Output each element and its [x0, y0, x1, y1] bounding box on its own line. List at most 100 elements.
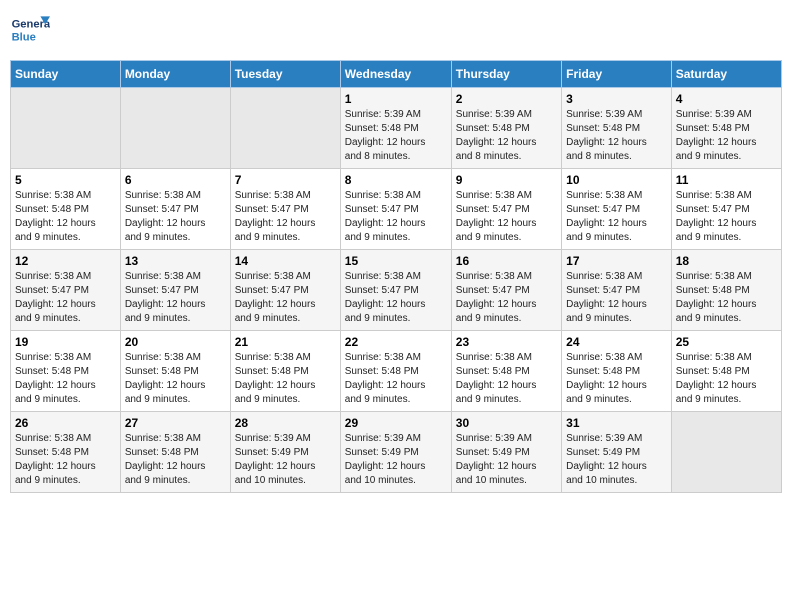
calendar-cell: 31 Sunrise: 5:39 AM Sunset: 5:49 PM Dayli… [562, 412, 672, 493]
day-number: 24 [566, 335, 667, 349]
calendar-cell [120, 88, 230, 169]
calendar-cell: 4 Sunrise: 5:39 AM Sunset: 5:48 PM Daylig… [671, 88, 781, 169]
col-header-friday: Friday [562, 61, 672, 88]
calendar-cell: 25 Sunrise: 5:38 AM Sunset: 5:48 PM Dayli… [671, 331, 781, 412]
day-number: 11 [676, 173, 777, 187]
calendar-cell: 30 Sunrise: 5:39 AM Sunset: 5:49 PM Dayli… [451, 412, 561, 493]
day-info: Sunrise: 5:39 AM Sunset: 5:48 PM Dayligh… [676, 108, 777, 164]
col-header-sunday: Sunday [11, 61, 121, 88]
day-number: 27 [125, 416, 226, 430]
day-info: Sunrise: 5:38 AM Sunset: 5:47 PM Dayligh… [566, 270, 667, 326]
day-number: 19 [15, 335, 116, 349]
day-number: 15 [345, 254, 447, 268]
calendar-cell [230, 88, 340, 169]
day-number: 4 [676, 92, 777, 106]
day-info: Sunrise: 5:38 AM Sunset: 5:47 PM Dayligh… [456, 270, 557, 326]
day-info: Sunrise: 5:39 AM Sunset: 5:48 PM Dayligh… [345, 108, 447, 164]
col-header-monday: Monday [120, 61, 230, 88]
calendar-week-4: 26 Sunrise: 5:38 AM Sunset: 5:48 PM Dayli… [11, 412, 782, 493]
day-info: Sunrise: 5:38 AM Sunset: 5:48 PM Dayligh… [235, 351, 336, 407]
day-info: Sunrise: 5:39 AM Sunset: 5:49 PM Dayligh… [235, 432, 336, 488]
day-number: 25 [676, 335, 777, 349]
calendar-cell: 27 Sunrise: 5:38 AM Sunset: 5:48 PM Dayli… [120, 412, 230, 493]
day-info: Sunrise: 5:39 AM Sunset: 5:49 PM Dayligh… [566, 432, 667, 488]
day-info: Sunrise: 5:38 AM Sunset: 5:47 PM Dayligh… [15, 270, 116, 326]
day-info: Sunrise: 5:38 AM Sunset: 5:47 PM Dayligh… [345, 270, 447, 326]
calendar-cell: 21Sunrise: 5:38 AM Sunset: 5:48 PM Dayli… [230, 331, 340, 412]
calendar-cell: 28 Sunrise: 5:39 AM Sunset: 5:49 PM Dayli… [230, 412, 340, 493]
calendar-cell: 18 Sunrise: 5:38 AM Sunset: 5:48 PM Dayli… [671, 250, 781, 331]
day-number: 2 [456, 92, 557, 106]
day-number: 3 [566, 92, 667, 106]
day-number: 6 [125, 173, 226, 187]
logo: General Blue [10, 10, 54, 50]
day-info: Sunrise: 5:38 AM Sunset: 5:47 PM Dayligh… [125, 270, 226, 326]
day-number: 9 [456, 173, 557, 187]
day-number: 17 [566, 254, 667, 268]
day-info: Sunrise: 5:38 AM Sunset: 5:48 PM Dayligh… [125, 351, 226, 407]
day-info: Sunrise: 5:38 AM Sunset: 5:48 PM Dayligh… [676, 351, 777, 407]
calendar-cell: 10 Sunrise: 5:38 AM Sunset: 5:47 PM Dayli… [562, 169, 672, 250]
calendar-cell [11, 88, 121, 169]
day-number: 8 [345, 173, 447, 187]
calendar-cell [671, 412, 781, 493]
calendar-cell: 22 Sunrise: 5:38 AM Sunset: 5:48 PM Dayli… [340, 331, 451, 412]
day-info: Sunrise: 5:38 AM Sunset: 5:48 PM Dayligh… [15, 432, 116, 488]
day-info: Sunrise: 5:39 AM Sunset: 5:48 PM Dayligh… [566, 108, 667, 164]
calendar-cell: 19 Sunrise: 5:38 AM Sunset: 5:48 PM Dayli… [11, 331, 121, 412]
calendar-cell: 26 Sunrise: 5:38 AM Sunset: 5:48 PM Dayli… [11, 412, 121, 493]
calendar-cell: 9 Sunrise: 5:38 AM Sunset: 5:47 PM Daylig… [451, 169, 561, 250]
day-info: Sunrise: 5:38 AM Sunset: 5:48 PM Dayligh… [15, 189, 116, 245]
day-number: 26 [15, 416, 116, 430]
calendar-cell: 12 Sunrise: 5:38 AM Sunset: 5:47 PM Dayli… [11, 250, 121, 331]
calendar-cell: 2 Sunrise: 5:39 AM Sunset: 5:48 PM Daylig… [451, 88, 561, 169]
calendar-cell: 14 Sunrise: 5:38 AM Sunset: 5:47 PM Dayli… [230, 250, 340, 331]
calendar-cell: 8 Sunrise: 5:38 AM Sunset: 5:47 PM Daylig… [340, 169, 451, 250]
day-info: Sunrise: 5:39 AM Sunset: 5:48 PM Dayligh… [456, 108, 557, 164]
day-number: 18 [676, 254, 777, 268]
day-info: Sunrise: 5:38 AM Sunset: 5:47 PM Dayligh… [566, 189, 667, 245]
day-info: Sunrise: 5:39 AM Sunset: 5:49 PM Dayligh… [345, 432, 447, 488]
day-info: Sunrise: 5:38 AM Sunset: 5:48 PM Dayligh… [566, 351, 667, 407]
day-number: 1 [345, 92, 447, 106]
col-header-wednesday: Wednesday [340, 61, 451, 88]
calendar-cell: 11 Sunrise: 5:38 AM Sunset: 5:47 PM Dayli… [671, 169, 781, 250]
col-header-thursday: Thursday [451, 61, 561, 88]
day-number: 16 [456, 254, 557, 268]
svg-text:Blue: Blue [12, 31, 36, 43]
calendar-cell: 29 Sunrise: 5:39 AM Sunset: 5:49 PM Dayli… [340, 412, 451, 493]
day-number: 14 [235, 254, 336, 268]
day-info: Sunrise: 5:38 AM Sunset: 5:47 PM Dayligh… [235, 189, 336, 245]
day-info: Sunrise: 5:38 AM Sunset: 5:47 PM Dayligh… [125, 189, 226, 245]
day-number: 30 [456, 416, 557, 430]
day-number: 29 [345, 416, 447, 430]
calendar-cell: 13Sunrise: 5:38 AM Sunset: 5:47 PM Dayli… [120, 250, 230, 331]
day-number: 28 [235, 416, 336, 430]
day-info: Sunrise: 5:38 AM Sunset: 5:48 PM Dayligh… [15, 351, 116, 407]
day-info: Sunrise: 5:38 AM Sunset: 5:48 PM Dayligh… [125, 432, 226, 488]
day-info: Sunrise: 5:38 AM Sunset: 5:48 PM Dayligh… [345, 351, 447, 407]
calendar-cell: 7 Sunrise: 5:38 AM Sunset: 5:47 PM Daylig… [230, 169, 340, 250]
day-number: 12 [15, 254, 116, 268]
calendar-week-2: 12 Sunrise: 5:38 AM Sunset: 5:47 PM Dayli… [11, 250, 782, 331]
day-number: 22 [345, 335, 447, 349]
calendar-week-0: 1 Sunrise: 5:39 AM Sunset: 5:48 PM Daylig… [11, 88, 782, 169]
calendar-week-1: 5 Sunrise: 5:38 AM Sunset: 5:48 PM Daylig… [11, 169, 782, 250]
day-number: 7 [235, 173, 336, 187]
day-info: Sunrise: 5:39 AM Sunset: 5:49 PM Dayligh… [456, 432, 557, 488]
day-number: 5 [15, 173, 116, 187]
calendar-cell: 6 Sunrise: 5:38 AM Sunset: 5:47 PM Daylig… [120, 169, 230, 250]
calendar-cell: 16 Sunrise: 5:38 AM Sunset: 5:47 PM Dayli… [451, 250, 561, 331]
calendar-cell: 15 Sunrise: 5:38 AM Sunset: 5:47 PM Dayli… [340, 250, 451, 331]
day-info: Sunrise: 5:38 AM Sunset: 5:47 PM Dayligh… [676, 189, 777, 245]
day-info: Sunrise: 5:38 AM Sunset: 5:48 PM Dayligh… [456, 351, 557, 407]
day-number: 31 [566, 416, 667, 430]
day-number: 10 [566, 173, 667, 187]
calendar-week-3: 19 Sunrise: 5:38 AM Sunset: 5:48 PM Dayli… [11, 331, 782, 412]
day-info: Sunrise: 5:38 AM Sunset: 5:47 PM Dayligh… [235, 270, 336, 326]
calendar-cell: 24 Sunrise: 5:38 AM Sunset: 5:48 PM Dayli… [562, 331, 672, 412]
day-info: Sunrise: 5:38 AM Sunset: 5:47 PM Dayligh… [456, 189, 557, 245]
day-info: Sunrise: 5:38 AM Sunset: 5:47 PM Dayligh… [345, 189, 447, 245]
day-info: Sunrise: 5:38 AM Sunset: 5:48 PM Dayligh… [676, 270, 777, 326]
day-number: 20 [125, 335, 226, 349]
